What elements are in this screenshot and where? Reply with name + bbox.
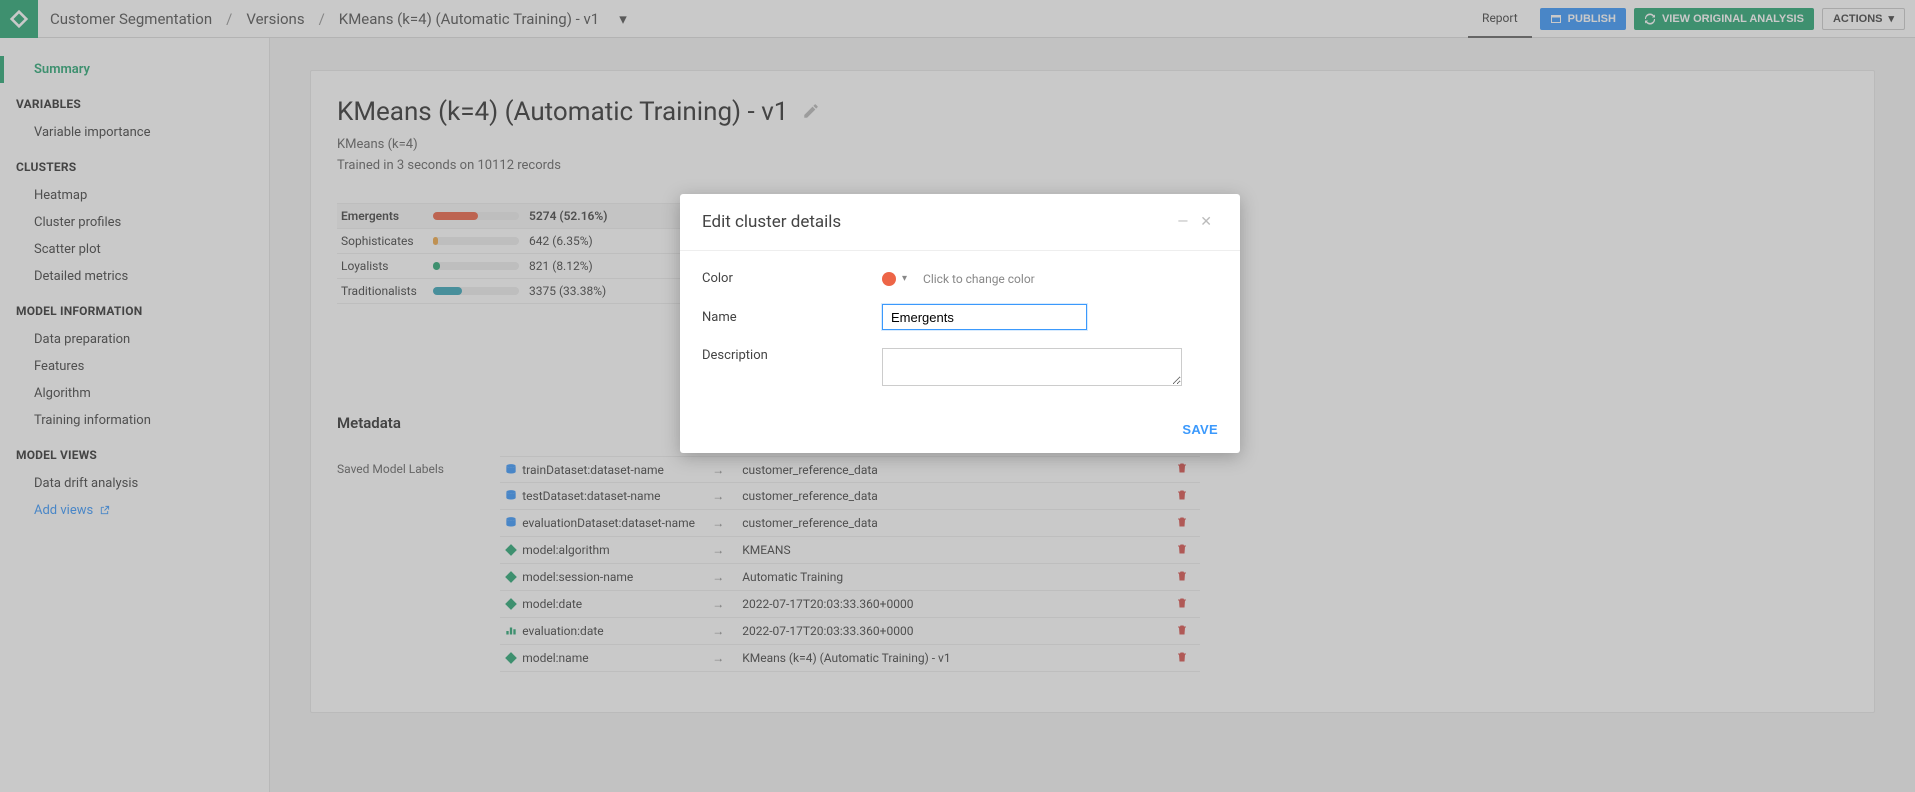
description-label: Description (702, 348, 882, 363)
color-swatch-icon (882, 272, 896, 286)
save-button[interactable]: SAVE (1182, 422, 1218, 437)
color-label: Color (702, 271, 882, 286)
minimize-icon[interactable]: — (1171, 214, 1194, 230)
edit-cluster-modal: Edit cluster details — ✕ Color ▾ Click t… (680, 194, 1240, 453)
name-label: Name (702, 310, 882, 325)
color-picker[interactable]: ▾ (882, 272, 907, 286)
close-icon[interactable]: ✕ (1194, 214, 1218, 230)
color-hint: Click to change color (923, 272, 1035, 286)
chevron-down-icon: ▾ (902, 273, 907, 284)
modal-title: Edit cluster details (702, 212, 841, 232)
cluster-name-input[interactable] (882, 304, 1087, 330)
cluster-description-input[interactable] (882, 348, 1182, 386)
